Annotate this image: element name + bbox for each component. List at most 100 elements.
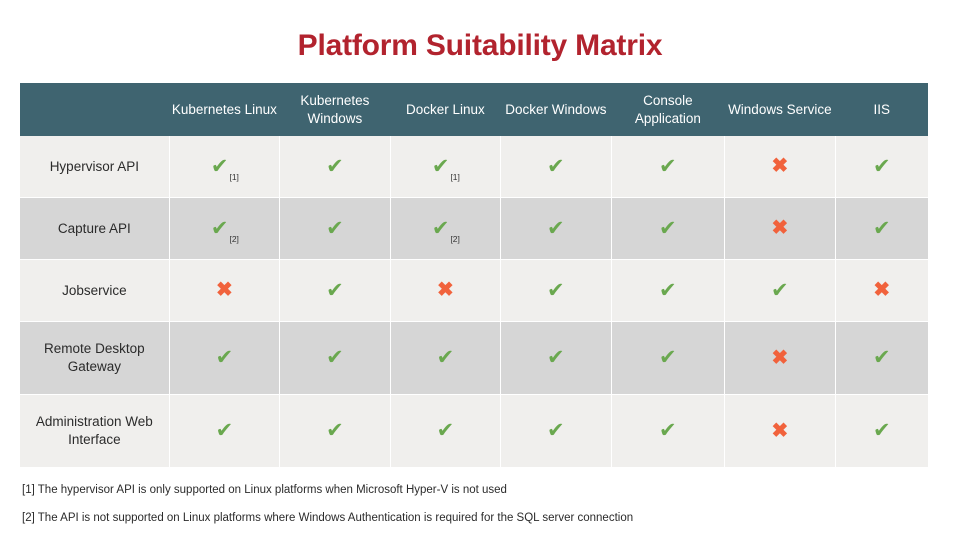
cell-4-2: ✔	[390, 394, 502, 467]
table-header: Kubernetes Linux Kubernetes Windows Docker…	[20, 83, 928, 136]
mark-wrapper: ✔[1]	[432, 156, 460, 182]
check-icon: ✔	[659, 216, 677, 240]
footnotes-block: [1] The hypervisor API is only supported…	[22, 484, 960, 526]
check-icon: ✔	[659, 278, 677, 302]
check-icon: ✔	[872, 216, 891, 240]
check-icon: ✔	[326, 216, 344, 240]
table-row: Jobservice ✖ ✔ ✖ ✔ ✔ ✔ ✖	[20, 259, 928, 322]
column-header-5: Windows Service	[724, 83, 836, 136]
cell-4-1: ✔	[279, 394, 391, 467]
mark-wrapper: ✔	[659, 218, 677, 239]
mark-wrapper: ✔	[437, 347, 455, 368]
table-row: Hypervisor API ✔[1] ✔ ✔[1] ✔ ✔ ✖ ✔	[20, 136, 928, 198]
cell-0-1: ✔	[279, 136, 391, 198]
mark-wrapper: ✔	[659, 280, 677, 301]
column-header-2: Docker Linux	[390, 83, 502, 136]
check-icon: ✔	[872, 346, 891, 369]
row-label-1: Capture API	[20, 197, 170, 260]
cell-2-5: ✔	[724, 259, 836, 322]
footnote-reference: [1]	[450, 172, 460, 182]
cell-2-6: ✖	[835, 259, 928, 322]
cross-icon: ✖	[771, 419, 789, 442]
mark-wrapper: ✖	[437, 280, 454, 300]
platform-suitability-table: Kubernetes Linux Kubernetes Windows Docker…	[20, 83, 928, 467]
cell-3-5: ✖	[724, 321, 836, 395]
cell-2-2: ✖	[390, 259, 502, 322]
check-icon: ✔	[547, 278, 565, 302]
check-icon: ✔	[326, 278, 344, 302]
mark-wrapper: ✔[1]	[210, 154, 239, 182]
cell-2-1: ✔	[279, 259, 391, 322]
header-row: Kubernetes Linux Kubernetes Windows Docker…	[20, 83, 928, 136]
mark-wrapper: ✔	[873, 420, 891, 441]
mark-wrapper: ✔	[326, 218, 344, 239]
cell-3-2: ✔	[390, 321, 502, 395]
mark-wrapper: ✔	[326, 280, 344, 301]
cell-1-3: ✔	[500, 197, 612, 260]
mark-wrapper: ✔	[873, 347, 891, 368]
check-icon: ✔	[436, 346, 455, 369]
footnote-2: [2] The API is not supported on Linux pl…	[22, 511, 634, 524]
mark-wrapper: ✔	[326, 347, 344, 368]
footnote-1: [1] The hypervisor API is only supported…	[22, 484, 507, 496]
mark-wrapper: ✔	[326, 156, 344, 177]
cell-1-1: ✔	[279, 197, 391, 260]
mark-wrapper: ✔	[659, 420, 677, 441]
mark-wrapper: ✖	[771, 218, 788, 238]
cell-3-4: ✔	[611, 321, 726, 395]
cross-icon: ✖	[771, 346, 789, 369]
cell-0-3: ✔	[500, 136, 612, 198]
mark-wrapper: ✔	[873, 218, 891, 239]
mark-wrapper: ✔	[873, 156, 891, 177]
check-icon: ✔	[210, 154, 229, 178]
mark-wrapper: ✖	[873, 280, 890, 300]
mark-wrapper: ✔	[437, 420, 455, 441]
check-icon: ✔	[659, 154, 677, 178]
table-row: Remote Desktop Gateway ✔ ✔ ✔ ✔ ✔ ✖ ✔	[20, 321, 928, 395]
check-icon: ✔	[436, 419, 455, 442]
cross-icon: ✖	[436, 279, 454, 301]
row-label-2: Jobservice	[20, 259, 170, 322]
cell-1-5: ✖	[724, 197, 836, 260]
footnote-reference: [2]	[229, 234, 239, 244]
cell-3-0: ✔	[169, 321, 281, 395]
check-icon: ✔	[872, 154, 891, 178]
check-icon: ✔	[659, 346, 677, 369]
check-icon: ✔	[547, 346, 565, 369]
footnote-reference: [1]	[229, 172, 239, 182]
check-icon: ✔	[547, 154, 565, 178]
mark-wrapper: ✔	[547, 420, 565, 441]
cell-4-5: ✖	[724, 394, 836, 467]
cell-0-4: ✔	[611, 136, 726, 198]
mark-wrapper: ✔	[547, 347, 565, 368]
column-header-6: IIS	[835, 83, 928, 136]
column-header-4: Console Application	[611, 83, 726, 136]
mark-wrapper: ✔	[547, 280, 565, 301]
check-icon: ✔	[215, 419, 234, 442]
mark-wrapper: ✖	[771, 348, 788, 368]
column-header-3: Docker Windows	[500, 83, 612, 136]
mark-wrapper: ✔	[659, 156, 677, 177]
cell-0-2: ✔[1]	[390, 136, 502, 198]
check-icon: ✔	[771, 278, 789, 302]
cell-0-5: ✖	[724, 136, 836, 198]
page-title: Platform Suitability Matrix	[297, 29, 663, 62]
mark-wrapper: ✔[2]	[211, 218, 239, 244]
mark-wrapper: ✔	[216, 420, 234, 441]
mark-wrapper: ✔	[547, 218, 565, 239]
row-label-3: Remote Desktop Gateway	[20, 321, 170, 395]
check-icon: ✔	[326, 419, 344, 442]
check-icon: ✔	[547, 216, 565, 240]
column-header-0: Kubernetes Linux	[169, 83, 281, 136]
check-icon: ✔	[547, 419, 565, 442]
mark-wrapper: ✖	[216, 280, 233, 300]
column-header-1: Kubernetes Windows	[279, 83, 391, 136]
row-label-0: Hypervisor API	[20, 136, 170, 198]
cell-1-4: ✔	[611, 197, 726, 260]
cell-2-0: ✖	[169, 259, 281, 322]
check-icon: ✔	[431, 216, 450, 240]
mark-wrapper: ✔	[547, 156, 565, 177]
cell-4-3: ✔	[500, 394, 612, 467]
footnote-reference: [2]	[450, 234, 460, 244]
cell-1-0: ✔[2]	[169, 197, 281, 260]
